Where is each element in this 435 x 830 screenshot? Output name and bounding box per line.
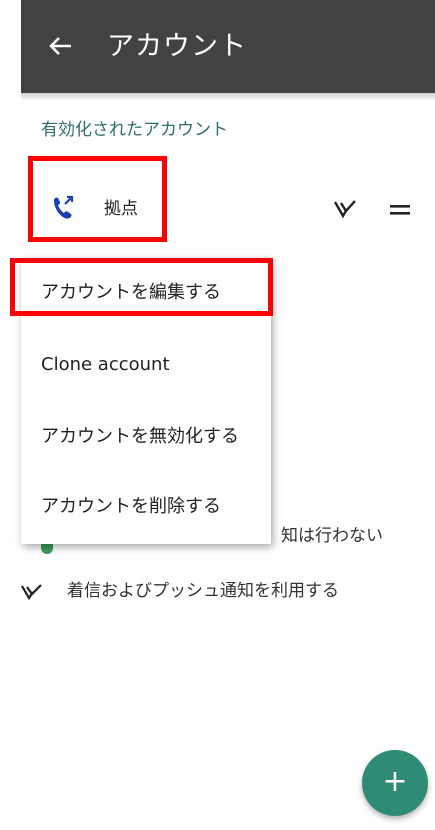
v-push-icon (21, 584, 42, 601)
accounts-screen: アカウント 有効化されたアカウント 拠点 知は行わない 着信およびプッシュ通知を… (0, 0, 435, 830)
v-push-icon (333, 199, 356, 219)
menu-item-label: アカウントを削除する (41, 496, 221, 517)
enabled-accounts-header: 有効化されたアカウント (41, 120, 228, 140)
app-bar-shadow (21, 93, 435, 101)
menu-highlight-box (10, 258, 273, 316)
add-account-button[interactable]: + (362, 750, 428, 816)
menu-item-label: アカウントを無効化する (41, 426, 239, 447)
page-title: アカウント (107, 31, 247, 62)
legend-push-text: 着信およびプッシュ通知を利用する (67, 581, 339, 601)
menu-item-clone-account[interactable]: Clone account (21, 330, 271, 400)
arrow-left-icon (49, 37, 71, 55)
account-highlight-box (28, 156, 167, 242)
app-bar: アカウント (21, 0, 435, 93)
menu-item-delete-account[interactable]: アカウントを削除する (21, 472, 271, 542)
menu-item-label: Clone account (41, 354, 170, 375)
menu-item-disable-account[interactable]: アカウントを無効化する (21, 402, 271, 472)
legend-no-push-text: 知は行わない (281, 526, 383, 546)
plus-icon: + (382, 764, 408, 799)
back-button[interactable] (41, 26, 81, 66)
drag-handle-icon[interactable] (389, 202, 411, 218)
